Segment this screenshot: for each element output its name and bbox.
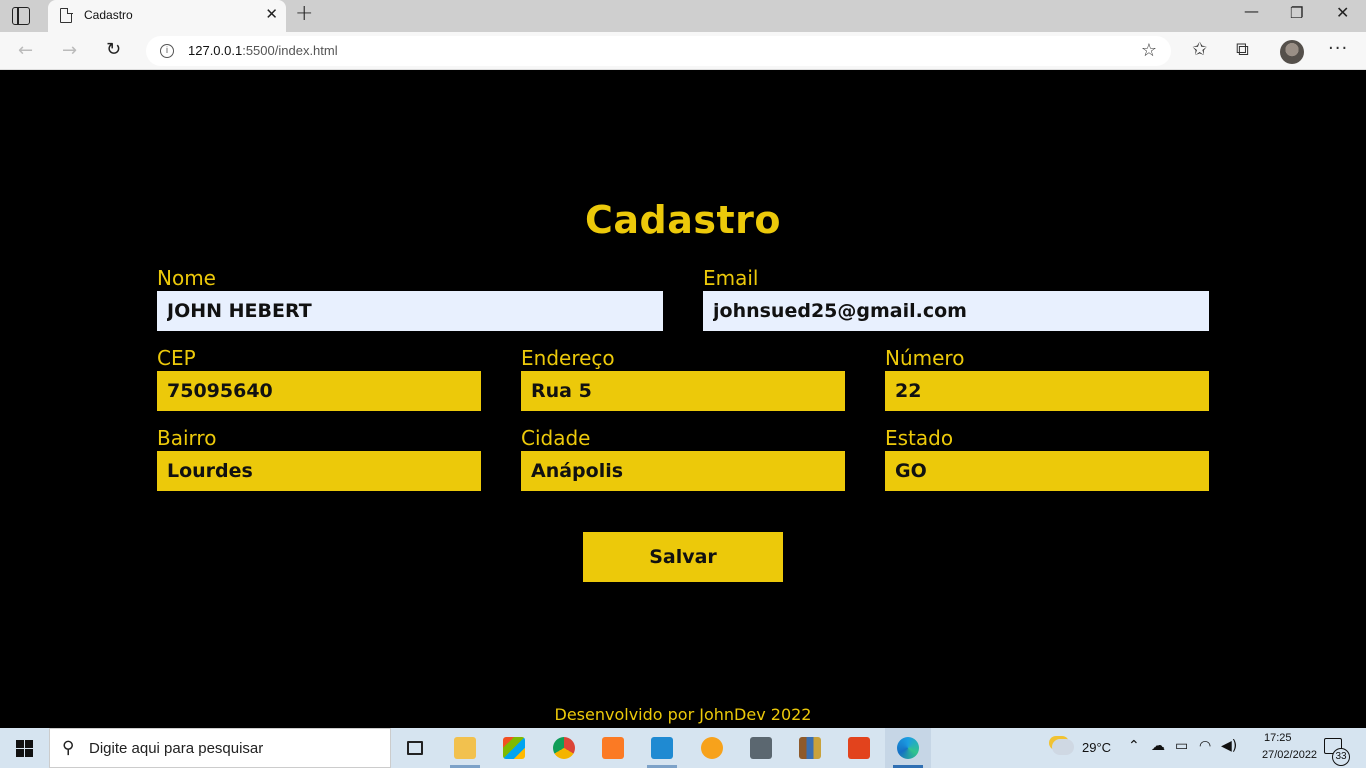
onedrive-icon[interactable]: ☁ (1151, 738, 1165, 754)
estado-input[interactable] (885, 451, 1209, 491)
field-bairro: Bairro (157, 426, 481, 491)
vscode-icon[interactable] (639, 728, 685, 768)
weather-temperature[interactable]: 29°C (1082, 740, 1111, 755)
bairro-label: Bairro (157, 426, 217, 450)
url-text[interactable]: 127.0.0.1:5500/index.html (188, 43, 338, 58)
battery-icon[interactable]: ▭ (1175, 738, 1188, 754)
search-placeholder: Digite aqui para pesquisar (89, 740, 264, 757)
microsoft-store-icon[interactable] (491, 728, 537, 768)
page-title: Cadastro (584, 198, 781, 242)
field-estado: Estado (885, 426, 1209, 491)
back-icon[interactable]: ← (18, 40, 33, 61)
collections-icon[interactable]: ⧉ (1236, 39, 1249, 60)
windows-start-icon[interactable] (16, 740, 33, 757)
tab-close-icon[interactable]: ✕ (265, 5, 278, 23)
tab-actions-icon[interactable] (12, 7, 30, 25)
field-cep: CEP (157, 346, 481, 411)
numero-label: Número (885, 346, 965, 370)
forward-icon[interactable]: → (62, 40, 77, 61)
page-icon (60, 7, 73, 23)
minimize-button[interactable]: — (1244, 2, 1259, 20)
estado-label: Estado (885, 426, 954, 450)
taskbar: ⚲ Digite aqui para pesquisar 29°C ⌃ ☁ ▭ … (0, 728, 1366, 768)
scratch-icon[interactable] (689, 728, 735, 768)
reload-icon[interactable]: ↻ (106, 39, 121, 60)
library-icon[interactable] (787, 728, 833, 768)
close-window-button[interactable]: ✕ (1336, 3, 1349, 22)
add-favorite-icon[interactable]: ☆ (1141, 40, 1157, 61)
email-input[interactable] (703, 291, 1209, 331)
tab-cadastro[interactable]: Cadastro ✕ (48, 0, 286, 32)
field-numero: Número (885, 346, 1209, 411)
maximize-button[interactable]: ❐ (1290, 4, 1303, 22)
edge-icon[interactable] (885, 728, 931, 768)
office-icon[interactable] (836, 728, 882, 768)
field-email: Email (703, 266, 1209, 331)
endereco-input[interactable] (521, 371, 845, 411)
browser-nav-bar: ← → ↻ i 127.0.0.1:5500/index.html ☆ ✩ ⧉ … (0, 32, 1366, 70)
volume-icon[interactable]: ◀) (1221, 738, 1237, 754)
xampp-icon[interactable] (590, 728, 636, 768)
cidade-input[interactable] (521, 451, 845, 491)
profile-avatar[interactable] (1280, 40, 1304, 64)
save-button[interactable]: Salvar (583, 532, 783, 582)
footer-credit: Desenvolvido por JohnDev 2022 (554, 705, 812, 724)
notification-badge: 33 (1332, 748, 1350, 766)
nome-label: Nome (157, 266, 216, 290)
task-view-icon[interactable] (392, 728, 438, 768)
page-content: Cadastro Nome Email CEP Endereço Número … (0, 71, 1366, 728)
wifi-icon[interactable]: ◠ (1199, 738, 1211, 754)
taskbar-search[interactable]: ⚲ Digite aqui para pesquisar (49, 728, 391, 768)
tab-title: Cadastro (84, 8, 133, 22)
chevron-up-icon[interactable]: ⌃ (1128, 738, 1140, 754)
file-explorer-icon[interactable] (442, 728, 488, 768)
field-endereco: Endereço (521, 346, 845, 411)
clock-time[interactable]: 17:25 (1264, 732, 1292, 744)
nome-input[interactable] (157, 291, 663, 331)
more-icon[interactable]: ··· (1328, 38, 1348, 59)
chrome-icon[interactable] (541, 728, 587, 768)
field-cidade: Cidade (521, 426, 845, 491)
search-icon: ⚲ (62, 738, 75, 758)
browser-tab-bar: Cadastro ✕ + — ❐ ✕ (0, 0, 1366, 32)
new-tab-button[interactable]: + (295, 1, 313, 26)
field-nome: Nome (157, 266, 663, 331)
clock-date[interactable]: 27/02/2022 (1262, 749, 1317, 761)
cep-label: CEP (157, 346, 196, 370)
favorites-icon[interactable]: ✩ (1192, 39, 1207, 60)
bairro-input[interactable] (157, 451, 481, 491)
weather-icon[interactable] (1052, 739, 1074, 755)
remote-desktop-icon[interactable] (738, 728, 784, 768)
endereco-label: Endereço (521, 346, 615, 370)
numero-input[interactable] (885, 371, 1209, 411)
email-label: Email (703, 266, 759, 290)
cidade-label: Cidade (521, 426, 591, 450)
info-icon[interactable]: i (160, 44, 174, 58)
address-bar[interactable]: i 127.0.0.1:5500/index.html ☆ (146, 36, 1171, 66)
cep-input[interactable] (157, 371, 481, 411)
